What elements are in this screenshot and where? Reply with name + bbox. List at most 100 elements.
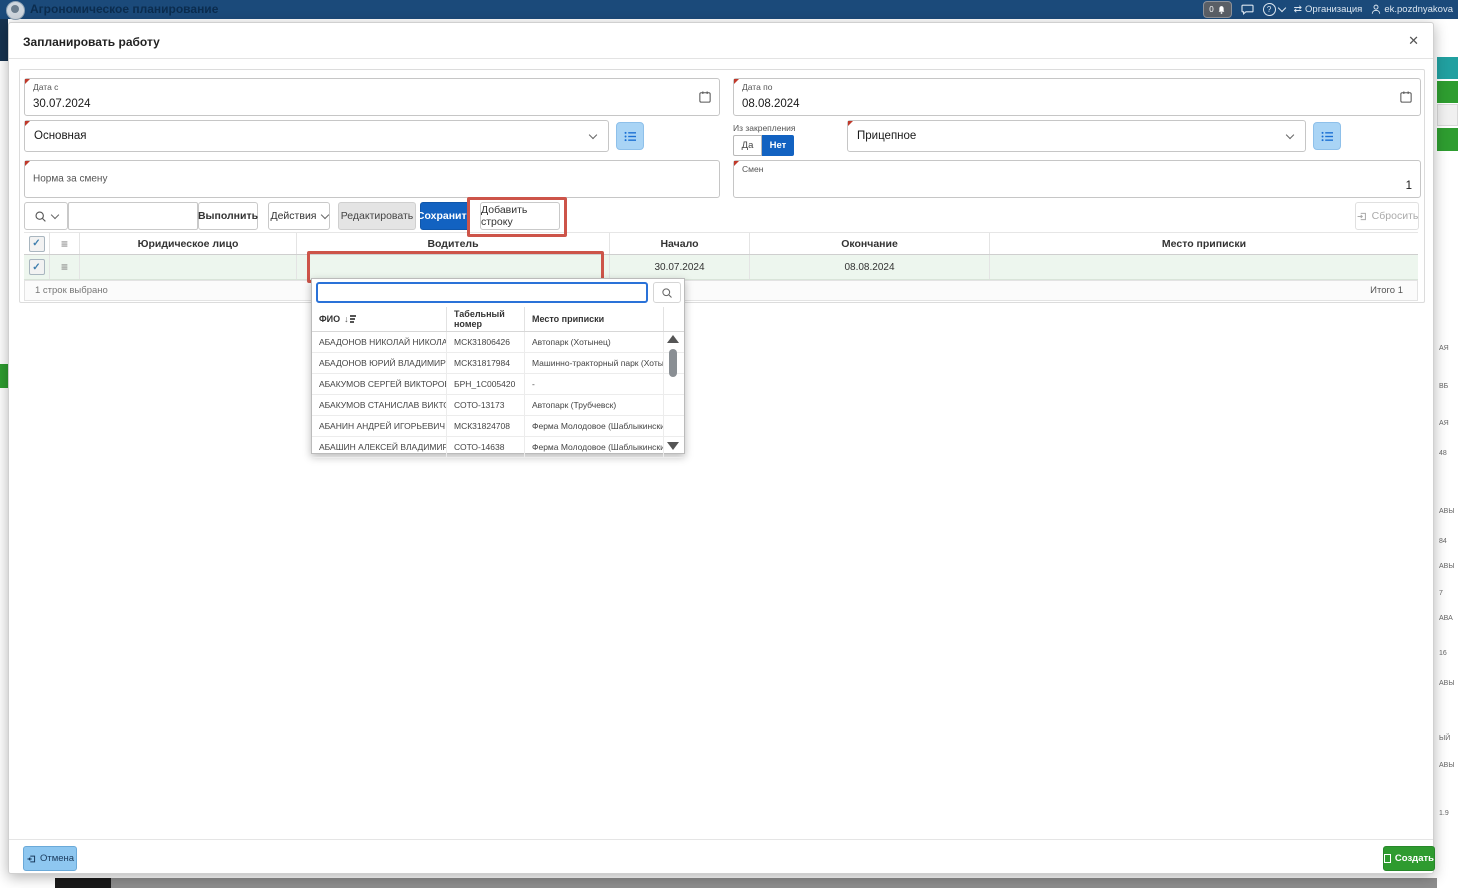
list-icon bbox=[624, 131, 637, 142]
driver-search-button[interactable] bbox=[653, 282, 681, 303]
save-button[interactable]: Сохранить bbox=[420, 202, 470, 230]
dropdown-scrollbar[interactable] bbox=[665, 335, 681, 450]
table-row[interactable]: ✓ ≡ 30.07.2024 08.08.2024 bbox=[24, 255, 1418, 280]
driver-fio: АБАДОНОВ ЮРИЙ ВЛАДИМИРОВ... bbox=[312, 353, 447, 373]
date-from-value: 30.07.2024 bbox=[33, 98, 91, 110]
organization-switch-icon: ⇄ bbox=[1294, 4, 1302, 15]
create-button[interactable]: Создать bbox=[1383, 846, 1435, 871]
search-options-button[interactable] bbox=[24, 202, 68, 230]
main-equipment-select[interactable]: Основная bbox=[24, 120, 609, 152]
column-header-driver: Водитель bbox=[297, 233, 610, 254]
total-label: Итого 1 bbox=[1370, 285, 1403, 296]
trailer-value: Прицепное bbox=[857, 130, 916, 142]
list-icon bbox=[1321, 131, 1334, 142]
user-name: ek.pozdnyakova bbox=[1384, 4, 1453, 15]
list-item[interactable]: АБАДОНОВ НИКОЛАЙ НИКОЛАЕВ... МСК31806426… bbox=[312, 332, 684, 353]
reset-button[interactable]: Сбросить bbox=[1355, 202, 1419, 230]
driver-home-base: Автопарк (Хотынец) bbox=[525, 332, 664, 352]
cell-end[interactable]: 08.08.2024 bbox=[750, 255, 990, 279]
row-menu-icon[interactable]: ≡ bbox=[61, 238, 68, 250]
driver-fio: АБАКУМОВ СТАНИСЛАВ ВИКТОРО... bbox=[312, 395, 447, 415]
date-to-field[interactable]: Дата по 08.08.2024 bbox=[733, 78, 1421, 116]
cell-start[interactable]: 30.07.2024 bbox=[610, 255, 750, 279]
cell-driver[interactable] bbox=[297, 255, 610, 279]
scroll-down-icon[interactable] bbox=[667, 442, 679, 450]
background-fragment: 48 bbox=[1439, 450, 1447, 457]
scrollbar-thumb[interactable] bbox=[669, 349, 677, 377]
table-search-input[interactable] bbox=[68, 202, 198, 230]
execute-button[interactable]: Выполнить bbox=[198, 202, 258, 230]
shift-norm-field[interactable]: Норма за смену bbox=[24, 160, 720, 198]
column-header-end: Окончание bbox=[750, 233, 990, 254]
toggle-no-button[interactable]: Нет bbox=[762, 135, 794, 156]
shifts-value: 1 bbox=[1406, 180, 1412, 192]
driver-tab-number: МСК31806426 bbox=[447, 332, 525, 352]
organization-button[interactable]: ⇄ Организация bbox=[1294, 4, 1363, 15]
cell-legal-entity[interactable] bbox=[80, 255, 297, 279]
edit-button[interactable]: Редактировать bbox=[338, 202, 416, 230]
shifts-field[interactable]: Смен 1 bbox=[733, 160, 1421, 198]
user-icon bbox=[1371, 4, 1381, 15]
background-fragment: АВЫ bbox=[1439, 508, 1455, 515]
actions-dropdown-button[interactable]: Действия bbox=[268, 202, 330, 230]
add-row-button[interactable]: Добавить строку bbox=[480, 202, 560, 230]
driver-dropdown-header: ФИО ↓ Табельный номер Место приписки bbox=[312, 307, 684, 332]
cell-home-base[interactable] bbox=[990, 255, 1418, 279]
row-menu-icon[interactable]: ≡ bbox=[61, 261, 68, 273]
trailer-select[interactable]: Прицепное bbox=[847, 120, 1306, 152]
background-fragment: АЯ bbox=[1439, 420, 1449, 427]
list-item[interactable]: АБАДОНОВ ЮРИЙ ВЛАДИМИРОВ... МСК31817984 … bbox=[312, 353, 684, 374]
chevron-down-icon bbox=[1277, 4, 1285, 12]
background-fragment: АВЫ bbox=[1439, 762, 1455, 769]
search-icon bbox=[34, 210, 47, 223]
scroll-up-icon[interactable] bbox=[667, 335, 679, 343]
driver-home-base: Автопарк (Трубчевск) bbox=[525, 395, 664, 415]
calendar-icon[interactable] bbox=[1400, 91, 1412, 104]
dropdown-column-tab-number[interactable]: Табельный номер bbox=[447, 307, 525, 331]
background-fragment: 7 bbox=[1439, 590, 1443, 597]
dropdown-column-home-base[interactable]: Место приписки bbox=[525, 307, 664, 331]
background-left-strip bbox=[0, 19, 8, 61]
chat-icon bbox=[1241, 4, 1254, 15]
date-to-value: 08.08.2024 bbox=[742, 98, 800, 110]
select-all-checkbox[interactable]: ✓ bbox=[29, 236, 45, 252]
schedule-work-dialog: Запланировать работу ✕ Дата с 30.07.2024… bbox=[8, 22, 1434, 874]
app-topbar: Агрономическое планирование 0 ? ⇄ Органи… bbox=[0, 0, 1458, 19]
date-from-field[interactable]: Дата с 30.07.2024 bbox=[24, 78, 720, 116]
notification-count-badge: 0 bbox=[1209, 5, 1213, 14]
dropdown-column-fio[interactable]: ФИО ↓ bbox=[312, 307, 447, 331]
row-checkbox[interactable]: ✓ bbox=[29, 259, 45, 275]
cancel-label: Отмена bbox=[40, 853, 74, 864]
background-fragment: ВБ bbox=[1439, 383, 1448, 390]
notifications-button[interactable]: 0 bbox=[1203, 1, 1231, 18]
toggle-yes-button[interactable]: Да bbox=[733, 135, 762, 156]
from-assignment-toggle: Да Нет bbox=[733, 135, 794, 156]
list-item[interactable]: АБАНИН АНДРЕЙ ИГОРЬЕВИЧ МСК31824708 Ферм… bbox=[312, 416, 684, 437]
list-item[interactable]: АБАКУМОВ СТАНИСЛАВ ВИКТОРО... СОТО-13173… bbox=[312, 395, 684, 416]
driver-home-base: Машинно-тракторный парк (Хоты... bbox=[525, 353, 664, 373]
background-right-green-block bbox=[1437, 81, 1458, 103]
driver-search-input[interactable] bbox=[316, 282, 648, 303]
fio-label: ФИО bbox=[319, 314, 340, 324]
divider bbox=[9, 58, 1433, 59]
cancel-button[interactable]: Отмена bbox=[23, 846, 77, 871]
driver-dropdown-panel: ФИО ↓ Табельный номер Место приписки АБА… bbox=[311, 278, 685, 454]
trailer-list-button[interactable] bbox=[1313, 122, 1341, 150]
background-fragment: АВЫ bbox=[1439, 680, 1455, 687]
background-fragment: АВЫ bbox=[1439, 563, 1455, 570]
close-icon[interactable]: ✕ bbox=[1404, 31, 1423, 51]
help-button[interactable]: ? bbox=[1263, 3, 1285, 16]
background-fragment: 16 bbox=[1439, 650, 1447, 657]
actions-label: Действия bbox=[270, 210, 316, 222]
chevron-down-icon bbox=[51, 210, 59, 218]
chat-button[interactable] bbox=[1241, 4, 1254, 15]
calendar-icon[interactable] bbox=[699, 91, 711, 104]
background-right-teal-block bbox=[1437, 57, 1458, 79]
shift-norm-label: Норма за смену bbox=[33, 174, 107, 185]
main-equipment-list-button[interactable] bbox=[616, 122, 644, 150]
list-item[interactable]: АБАШИН АЛЕКСЕЙ ВЛАДИМИРОВ... СОТО-14638 … bbox=[312, 437, 684, 458]
list-item[interactable]: АБАКУМОВ СЕРГЕЙ ВИКТОРОВИЧ БРН_1С005420 … bbox=[312, 374, 684, 395]
background-fragment: АЯ bbox=[1439, 345, 1449, 352]
user-menu-button[interactable]: ek.pozdnyakova bbox=[1371, 4, 1453, 15]
date-from-label: Дата с bbox=[33, 82, 58, 92]
